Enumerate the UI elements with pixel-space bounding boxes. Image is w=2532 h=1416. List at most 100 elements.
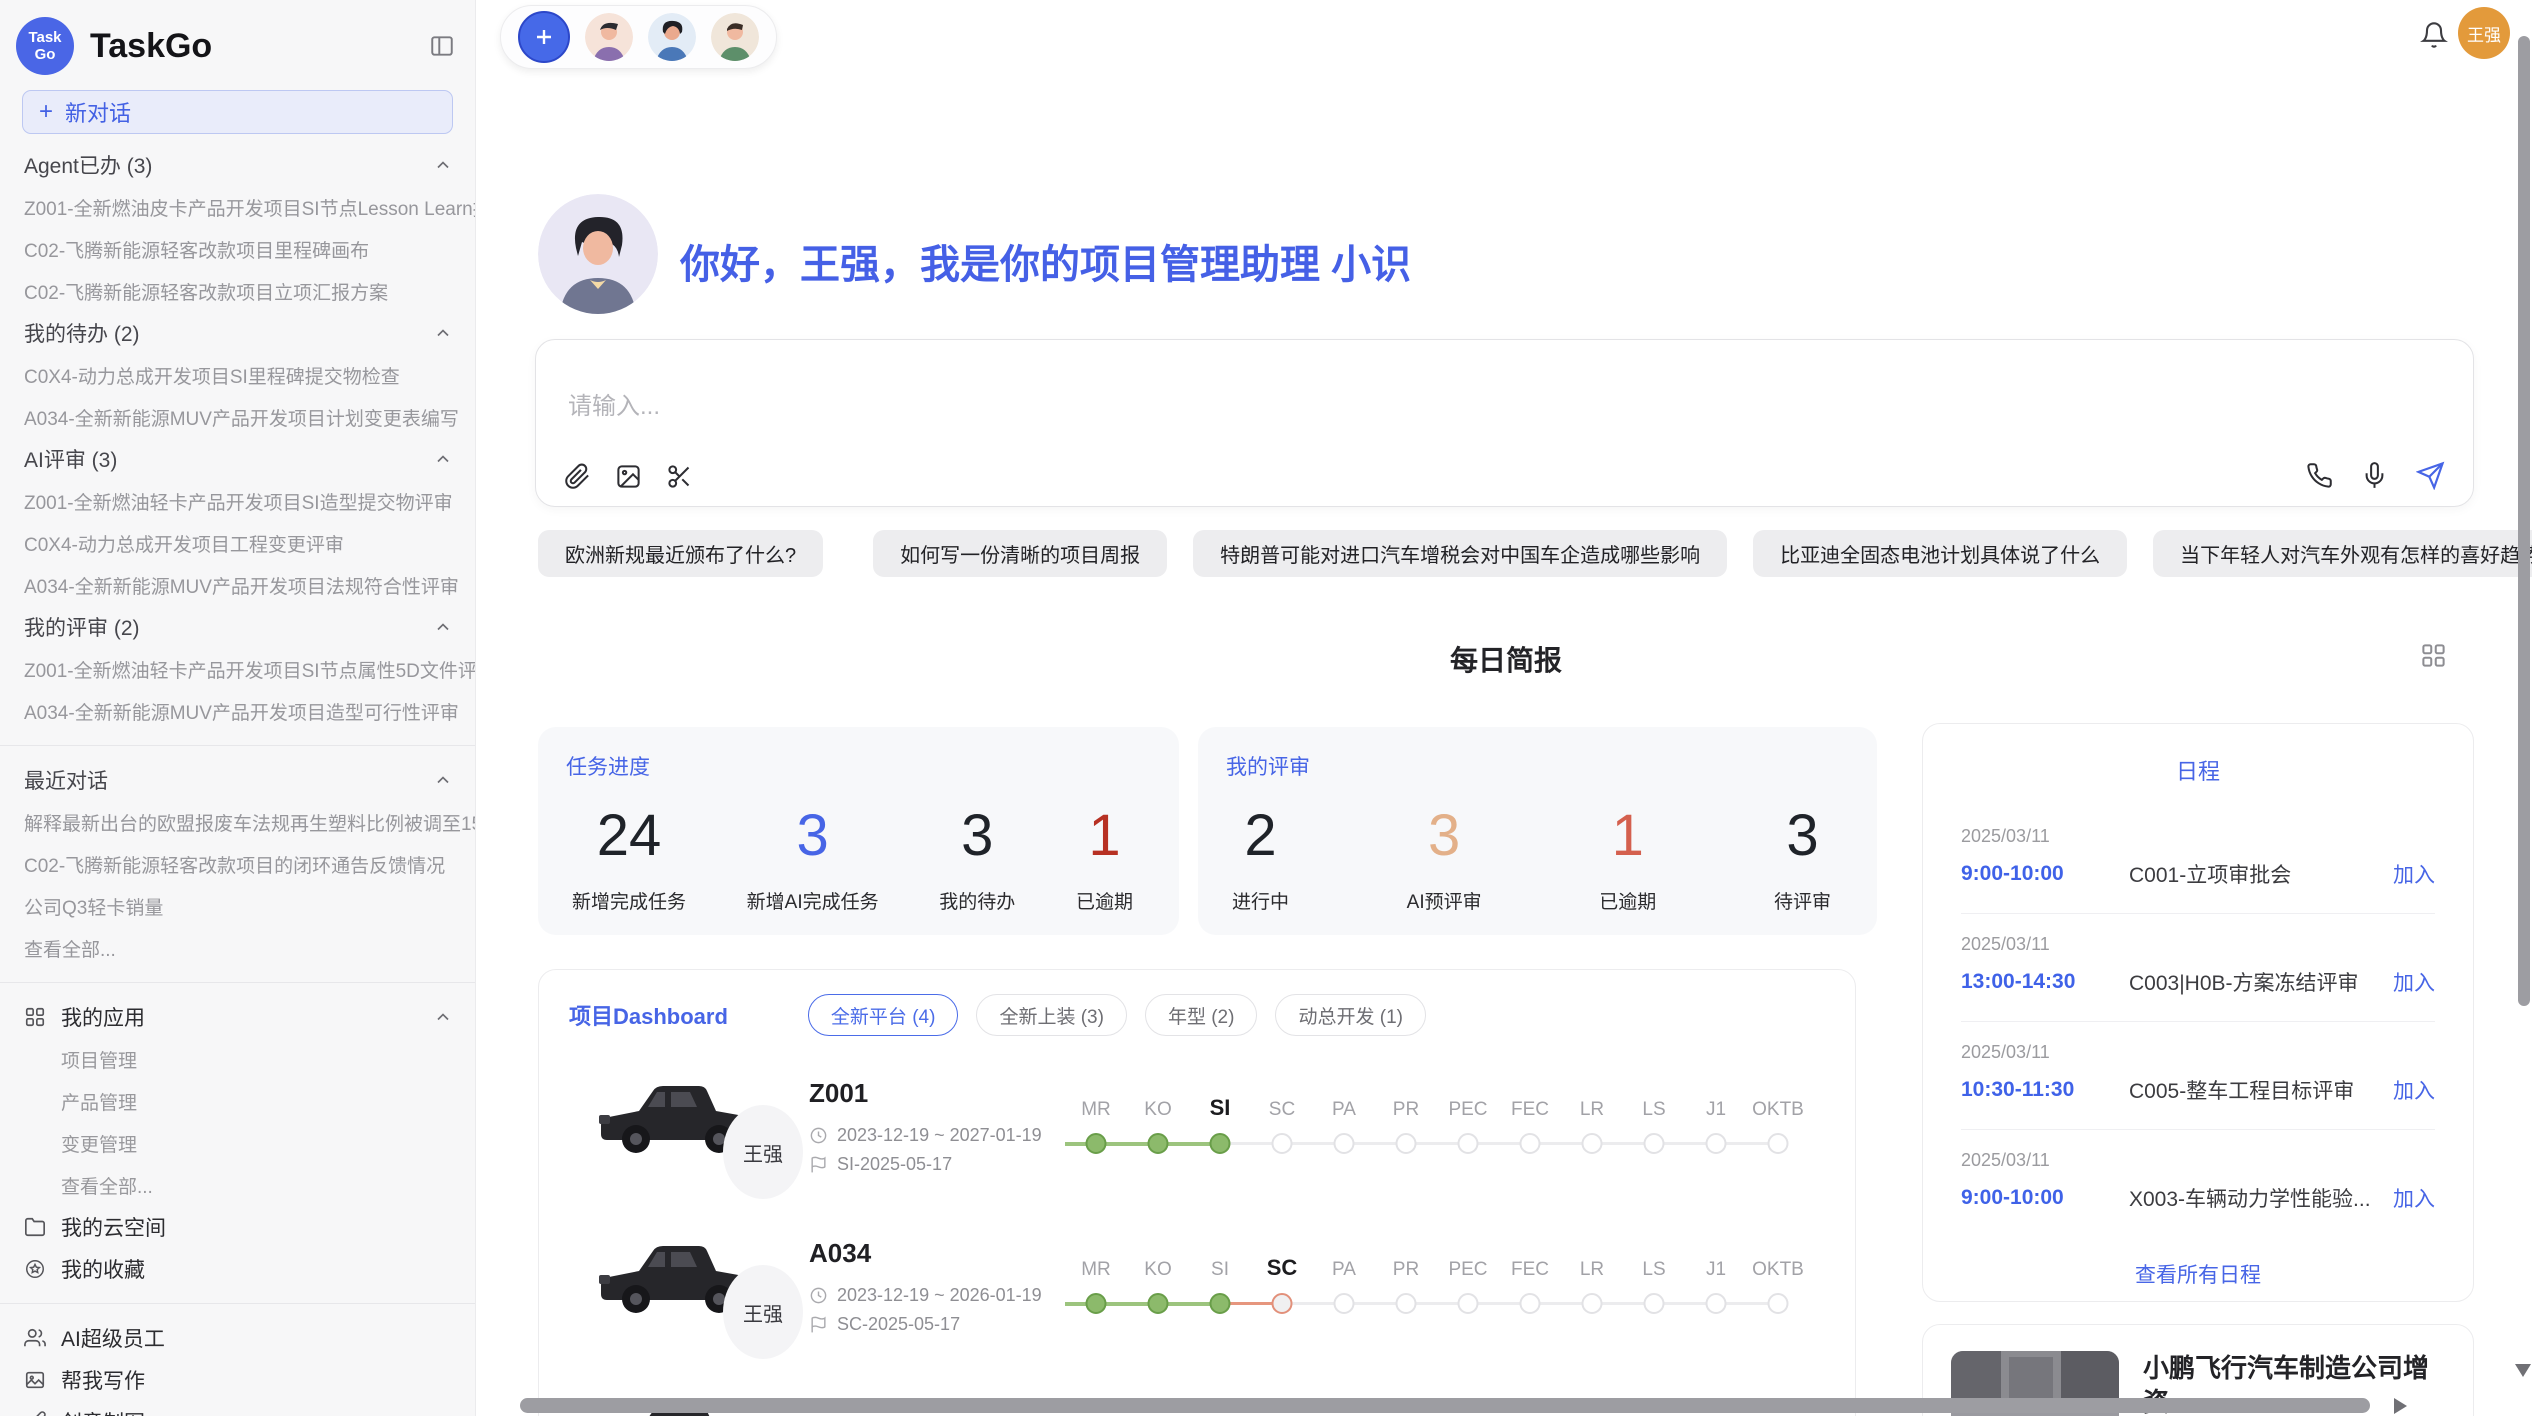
- schedule-time: 9:00-10:00: [1961, 862, 2129, 886]
- stat-item: 24 新增完成任务: [572, 805, 686, 914]
- scroll-down-arrow[interactable]: [2515, 1364, 2531, 1377]
- notification-bell-icon[interactable]: [2420, 21, 2448, 49]
- view-all-schedule-link[interactable]: 查看所有日程: [1961, 1259, 2435, 1289]
- sidebar-item-my-apps[interactable]: 我的应用: [0, 996, 475, 1038]
- chevron-up-icon: [433, 323, 453, 343]
- attachment-icon[interactable]: [564, 463, 591, 490]
- sidebar-item-project-mgmt[interactable]: 项目管理: [0, 1038, 475, 1080]
- project-row[interactable]: 王强 Z001 2023-12-19 ~ 2027-01-19 SI-2025-…: [569, 1046, 1825, 1206]
- app-logo: Task Go: [16, 17, 74, 75]
- milestone-dot: [1706, 1293, 1727, 1314]
- view-all-chats[interactable]: 查看全部...: [0, 927, 475, 969]
- suggestion-chips: 欧洲新规最近颁布了什么? 如何写一份清晰的项目周报 特朗普可能对进口汽车增税会对…: [538, 530, 2478, 577]
- agent-avatar[interactable]: [711, 13, 759, 61]
- tab-powertrain-dev[interactable]: 动总开发 (1): [1275, 994, 1426, 1036]
- user-avatar[interactable]: 王强: [2458, 7, 2510, 59]
- list-item[interactable]: A034-全新新能源MUV产品开发项目计划变更表编写: [0, 396, 475, 438]
- milestone-dot: [1272, 1133, 1293, 1154]
- cloud-space-label: 我的云空间: [61, 1212, 453, 1242]
- sidebar-task-lists: Agent已办 (3) Z001-全新燃油皮卡产品开发项目SI节点Lesson …: [0, 144, 475, 732]
- stat-item: 1 已逾期: [1076, 805, 1133, 914]
- join-button[interactable]: 加入: [2393, 859, 2435, 889]
- horizontal-scrollbar-thumb[interactable]: [520, 1398, 2370, 1413]
- list-item[interactable]: Z001-全新燃油皮卡产品开发项目SI节点Lesson Learn报告: [0, 186, 475, 228]
- list-item[interactable]: A034-全新新能源MUV产品开发项目法规符合性评审: [0, 564, 475, 606]
- section-recent-chats[interactable]: 最近对话: [0, 759, 475, 801]
- section-my-review[interactable]: 我的评审 (2): [0, 606, 475, 648]
- sidebar-collapse-icon[interactable]: [429, 33, 455, 59]
- scroll-right-arrow[interactable]: [2394, 1398, 2407, 1414]
- sidebar-item-help-writing[interactable]: 帮我写作: [0, 1359, 475, 1401]
- section-agent-done[interactable]: Agent已办 (3): [0, 144, 475, 186]
- sidebar-item-change-mgmt[interactable]: 变更管理: [0, 1122, 475, 1164]
- suggestion-chip[interactable]: 欧洲新规最近颁布了什么?: [538, 530, 823, 577]
- list-item[interactable]: C02-飞腾新能源轻客改款项目的闭环通告反馈情况: [0, 843, 475, 885]
- add-agent-button[interactable]: [518, 11, 570, 63]
- people-icon: [24, 1327, 46, 1349]
- schedule-name: C003|H0B-方案冻结评审: [2129, 967, 2393, 997]
- suggestion-chip[interactable]: 特朗普可能对进口汽车增税会对中国车企造成哪些影响: [1193, 530, 1727, 577]
- list-item[interactable]: C0X4-动力总成开发项目SI里程碑提交物检查: [0, 354, 475, 396]
- schedule-item: 2025/03/11 9:00-10:00 C001-立项审批会 加入: [1961, 806, 2435, 914]
- taskgo-app: Task Go TaskGo + 新对话 Agent已办 (3) Z001-全新…: [0, 0, 2532, 1416]
- sidebar-item-product-mgmt[interactable]: 产品管理: [0, 1080, 475, 1122]
- vertical-scrollbar-thumb[interactable]: [2518, 36, 2530, 1006]
- project-row[interactable]: 王强 A034 2023-12-19 ~ 2026-01-19 SC-2025-…: [569, 1206, 1825, 1366]
- briefing-layout-icon[interactable]: [2420, 642, 2447, 669]
- stat-item: 3 我的待办: [939, 805, 1015, 914]
- tab-new-superstructure[interactable]: 全新上装 (3): [976, 994, 1127, 1036]
- scissors-icon[interactable]: [666, 463, 693, 490]
- stat-label: 进行中: [1232, 887, 1289, 914]
- tab-year-model[interactable]: 年型 (2): [1145, 994, 1258, 1036]
- list-item[interactable]: Z001-全新燃油轻卡产品开发项目SI节点属性5D文件评审: [0, 648, 475, 690]
- list-item[interactable]: C02-飞腾新能源轻客改款项目里程碑画布: [0, 228, 475, 270]
- chevron-up-icon: [433, 617, 453, 637]
- join-button[interactable]: 加入: [2393, 967, 2435, 997]
- agent-avatar[interactable]: [585, 13, 633, 61]
- section-ai-review[interactable]: AI评审 (3): [0, 438, 475, 480]
- pen-icon: [24, 1411, 46, 1416]
- milestone-j1: J1: [1685, 1094, 1747, 1158]
- join-button[interactable]: 加入: [2393, 1183, 2435, 1213]
- tab-all-new-platform[interactable]: 全新平台 (4): [808, 994, 959, 1036]
- my-review-card: 我的评审 2 进行中 3 AI预评审 1 已逾期 3 待评审: [1198, 727, 1877, 935]
- milestone-j1: J1: [1685, 1254, 1747, 1318]
- send-icon[interactable]: [2416, 461, 2445, 490]
- project-next-milestone: SI-2025-05-17: [837, 1154, 952, 1175]
- suggestion-chip[interactable]: 如何写一份清晰的项目周报: [873, 530, 1167, 577]
- phone-icon[interactable]: [2306, 462, 2333, 489]
- list-item[interactable]: A034-全新新能源MUV产品开发项目造型可行性评审: [0, 690, 475, 732]
- join-button[interactable]: 加入: [2393, 1075, 2435, 1105]
- schedule-name: C005-整车工程目标评审: [2129, 1075, 2393, 1105]
- chat-input[interactable]: [566, 384, 2070, 440]
- milestone-fec: FEC: [1499, 1254, 1561, 1318]
- list-item[interactable]: 解释最新出台的欧盟报废车法规再生塑料比例被调至15%...: [0, 801, 475, 843]
- sidebar-item-ai-employee[interactable]: AI超级员工: [0, 1317, 475, 1359]
- project-dashboard-card: 项目Dashboard 全新平台 (4) 全新上装 (3) 年型 (2) 动总开…: [538, 969, 1856, 1416]
- milestone-ko: KO: [1127, 1254, 1189, 1318]
- view-all-apps[interactable]: 查看全部...: [0, 1164, 475, 1206]
- suggestion-chip[interactable]: 当下年轻人对汽车外观有怎样的喜好趋势: [2153, 530, 2532, 577]
- image-upload-icon[interactable]: [615, 463, 642, 490]
- milestone-track: MRKOSISCPAPRPECFECLRLSJ1OKTB: [1065, 1094, 1825, 1158]
- sidebar-item-favorites[interactable]: 我的收藏: [0, 1248, 475, 1290]
- flag-icon: [809, 1315, 828, 1334]
- suggestion-chip[interactable]: 比亚迪全固态电池计划具体说了什么: [1753, 530, 2127, 577]
- logo-text-top: Task: [28, 29, 61, 46]
- milestone-mr: MR: [1065, 1254, 1127, 1318]
- clock-icon: [809, 1286, 828, 1305]
- list-item[interactable]: Z001-全新燃油轻卡产品开发项目SI造型提交物评审: [0, 480, 475, 522]
- section-my-todo[interactable]: 我的待办 (2): [0, 312, 475, 354]
- agent-avatar[interactable]: [648, 13, 696, 61]
- project-info: Z001 2023-12-19 ~ 2027-01-19 SI-2025-05-…: [809, 1078, 1059, 1175]
- stat-value: 3: [1407, 805, 1482, 867]
- list-item[interactable]: C0X4-动力总成开发项目工程变更评审: [0, 522, 475, 564]
- list-item[interactable]: C02-飞腾新能源轻客改款项目立项汇报方案: [0, 270, 475, 312]
- stat-value: 1: [1599, 805, 1656, 867]
- new-chat-button[interactable]: + 新对话: [22, 90, 453, 134]
- sidebar-item-creative-drawing[interactable]: 创意制图: [0, 1401, 475, 1416]
- list-item[interactable]: 公司Q3轻卡销量: [0, 885, 475, 927]
- sidebar-item-cloud-space[interactable]: 我的云空间: [0, 1206, 475, 1248]
- schedule-name: C001-立项审批会: [2129, 859, 2393, 889]
- microphone-icon[interactable]: [2361, 462, 2388, 489]
